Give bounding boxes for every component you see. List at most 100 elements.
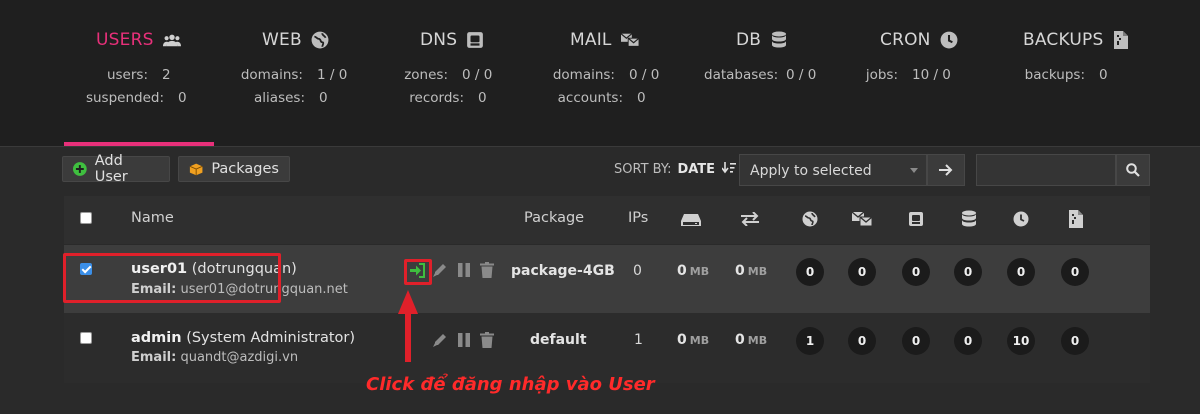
stat-label: records: [409, 90, 464, 106]
dns-icon [909, 212, 923, 226]
stat-dns[interactable]: DNS zones: 0 / 0 records: 0 [390, 0, 540, 146]
mail-icon [620, 33, 639, 47]
transfer-icon [741, 212, 759, 226]
plus-circle-icon [73, 162, 87, 176]
stat-value: 0 [1099, 67, 1108, 83]
stat-db[interactable]: DB databases: 0 / 0 [704, 0, 854, 146]
user-bandwidth: 0 [735, 263, 745, 279]
edit-icon[interactable] [433, 262, 448, 277]
stat-value: 0 / 0 [462, 67, 493, 83]
stat-label: domains: [552, 67, 615, 83]
stat-users[interactable]: USERS users: 2 suspended: 0 [0, 0, 215, 146]
bulk-action-select[interactable]: Apply to selected [739, 154, 927, 186]
search-button[interactable] [1116, 154, 1150, 186]
clock-icon [940, 31, 958, 49]
db-count: 0 [954, 327, 982, 355]
stat-mail[interactable]: MAIL domains: 0 / 0 accounts: 0 [552, 0, 702, 146]
username[interactable]: admin [131, 330, 182, 346]
sort-by-value: DATE [677, 162, 716, 177]
stat-web-title: WEB [262, 30, 302, 50]
chevron-down-icon [910, 168, 918, 173]
stat-label: accounts: [557, 90, 623, 106]
globe-icon [802, 211, 818, 227]
file-icon [1114, 31, 1129, 49]
stat-backups[interactable]: BACKUPS backups: 0 [1015, 0, 1165, 146]
user-bandwidth: 0 [735, 332, 745, 348]
users-icon [162, 34, 181, 47]
stat-value: 0 / 0 [786, 67, 817, 83]
file-icon [1069, 210, 1083, 228]
mail-count: 0 [848, 327, 876, 355]
highlight-user-box [63, 253, 281, 303]
apply-button[interactable] [927, 154, 965, 186]
stat-label: aliases: [254, 90, 305, 106]
trash-icon[interactable] [480, 262, 494, 278]
stat-value: 10 / 0 [912, 67, 951, 83]
table-header: Name Package IPs [64, 196, 1150, 244]
add-user-button[interactable]: Add User [62, 153, 170, 185]
stat-dns-title: DNS [420, 30, 458, 50]
sort-desc-icon [721, 162, 737, 174]
stat-value: 1 / 0 [317, 67, 348, 83]
row-checkbox[interactable] [80, 332, 92, 344]
web-count: 1 [796, 327, 824, 355]
user-email: quandt@azdigi.vn [180, 350, 299, 365]
backup-count: 0 [1061, 258, 1089, 286]
web-count: 0 [796, 258, 824, 286]
stat-cron-title: CRON [880, 30, 931, 50]
header-ips[interactable]: IPs [628, 210, 648, 226]
user-fullname: (System Administrator) [186, 330, 356, 346]
packages-label: Packages [211, 161, 279, 177]
add-user-label: Add User [94, 153, 128, 185]
select-all-checkbox[interactable] [80, 212, 92, 224]
search-icon [1126, 163, 1140, 177]
table-row[interactable]: admin (System Administrator) Email: quan… [64, 313, 1150, 383]
db-count: 0 [954, 258, 982, 286]
stat-label: suspended: [85, 90, 164, 106]
bandwidth-unit: MB [747, 265, 768, 278]
bandwidth-unit: MB [747, 334, 768, 347]
user-disk: 0 [677, 332, 687, 348]
arrow-right-icon [939, 164, 953, 176]
backup-count: 0 [1061, 327, 1089, 355]
mail-count: 0 [848, 258, 876, 286]
dns-icon [467, 32, 484, 48]
packages-button[interactable]: Packages [178, 156, 290, 182]
suspend-icon[interactable] [458, 333, 470, 347]
stat-label: jobs: [865, 67, 898, 83]
edit-icon[interactable] [433, 332, 448, 347]
database-icon [772, 31, 787, 48]
stat-mail-title: MAIL [570, 30, 612, 50]
stats-bar: USERS users: 2 suspended: 0 WEB domains: 1 … [0, 0, 1200, 147]
suspend-icon[interactable] [458, 263, 470, 277]
box-icon [189, 163, 203, 176]
user-ips: 1 [634, 332, 643, 348]
database-icon [962, 210, 976, 227]
stat-db-title: DB [736, 30, 762, 50]
stat-label: domains: [240, 67, 303, 83]
highlight-login-box [404, 259, 432, 285]
user-disk: 0 [677, 263, 687, 279]
trash-icon[interactable] [480, 332, 494, 348]
annotation-text: Click để đăng nhập vào User [366, 374, 655, 395]
stat-users-title: USERS [96, 30, 154, 50]
cron-count: 10 [1007, 327, 1035, 355]
sort-by-label: SORT BY: [614, 162, 672, 177]
disk-unit: MB [689, 265, 710, 278]
stat-web[interactable]: WEB domains: 1 / 0 aliases: 0 [230, 0, 380, 146]
stat-label: databases: [704, 67, 779, 83]
stat-value: 0 [478, 90, 487, 106]
header-package[interactable]: Package [524, 210, 584, 226]
cron-count: 0 [1007, 258, 1035, 286]
clock-icon [1013, 211, 1029, 227]
stat-value: 0 [178, 90, 187, 106]
stat-value: 0 [319, 90, 328, 106]
header-name[interactable]: Name [131, 210, 174, 226]
stat-cron[interactable]: CRON jobs: 10 / 0 [860, 0, 1010, 146]
stat-label: backups: [1024, 67, 1085, 83]
stat-value: 2 [162, 67, 171, 83]
dns-count: 0 [902, 258, 930, 286]
search-input[interactable] [976, 154, 1116, 186]
sort-by[interactable]: SORT BY: DATE [614, 162, 737, 177]
globe-icon [311, 31, 329, 49]
